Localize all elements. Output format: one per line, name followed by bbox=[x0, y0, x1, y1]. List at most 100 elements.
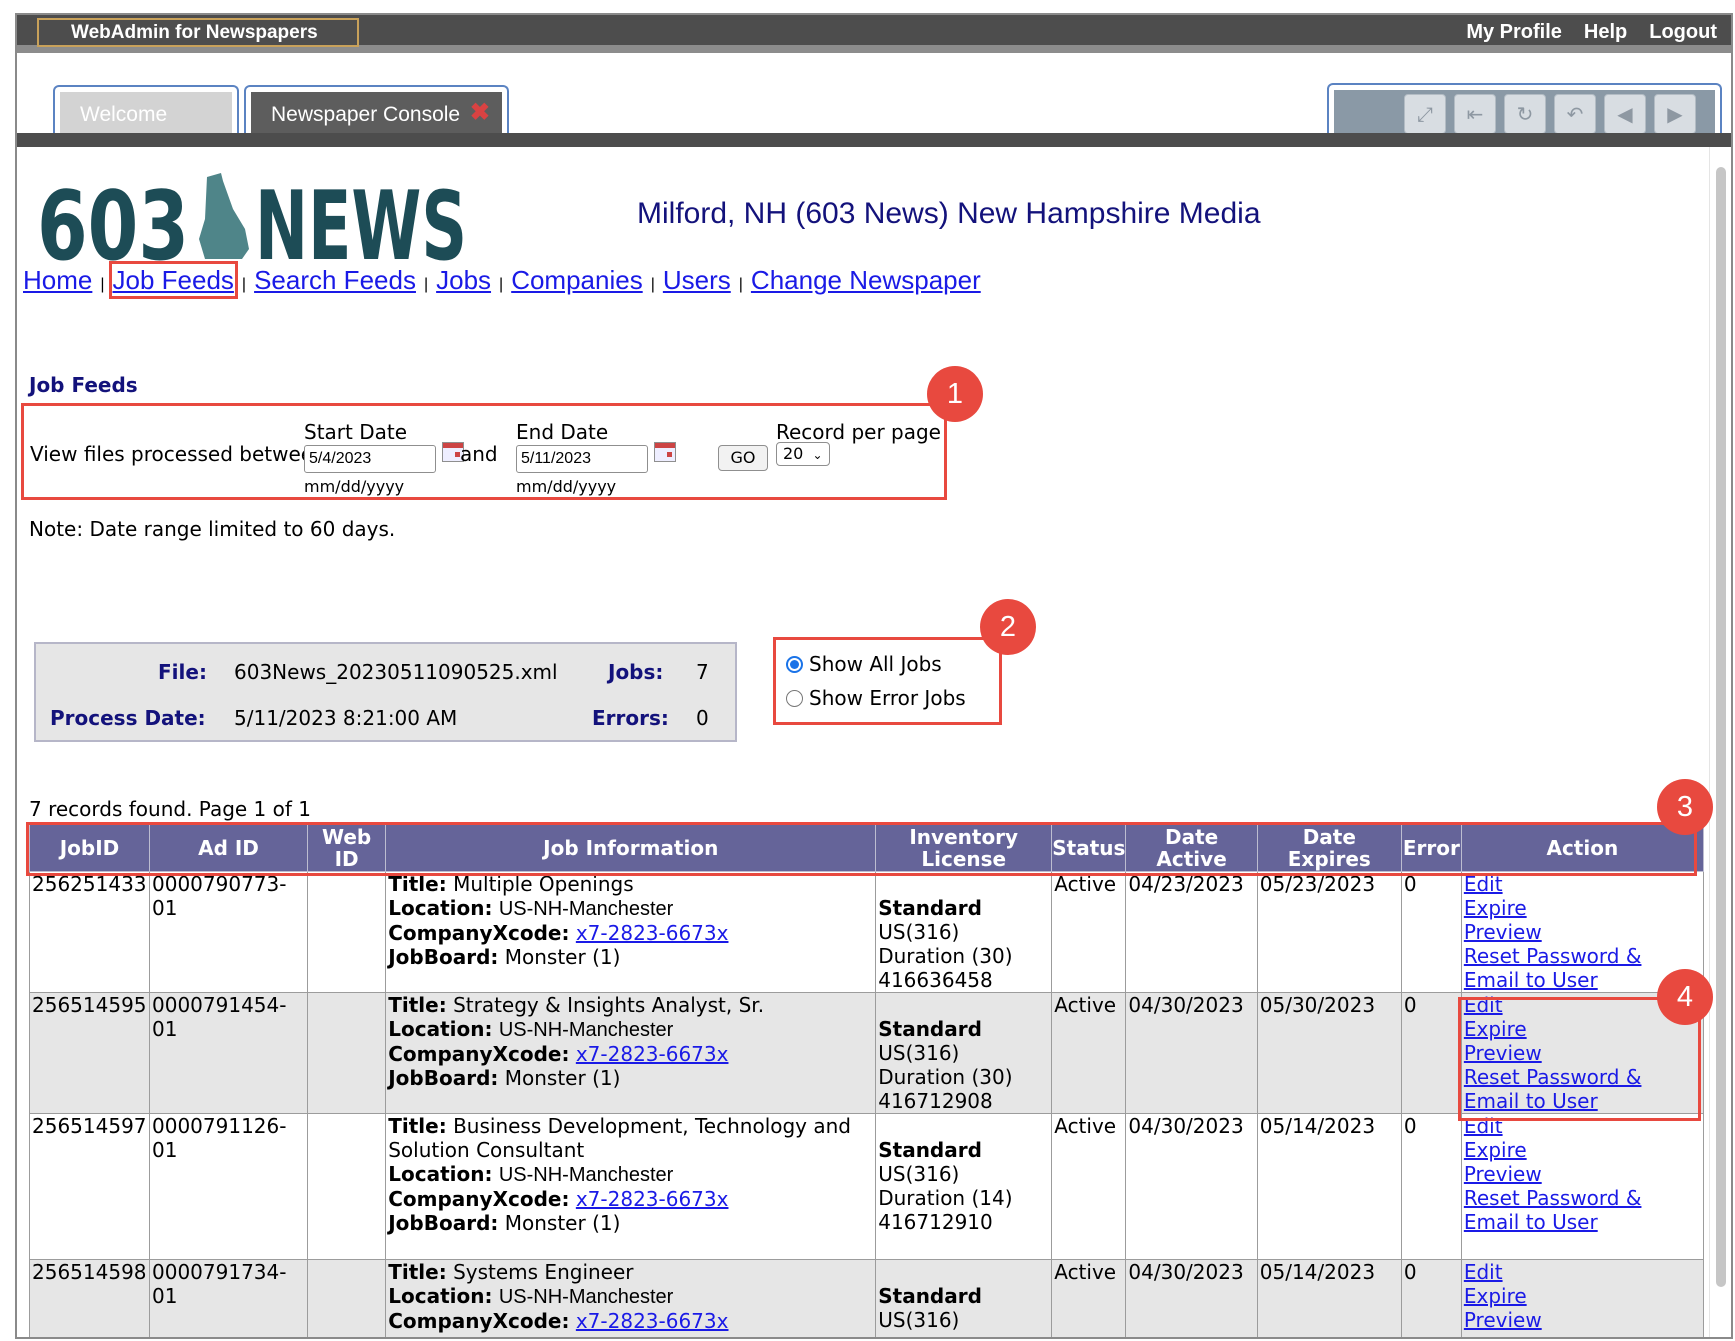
email-to-user-link[interactable]: Email to User bbox=[1464, 968, 1598, 992]
cell-status: Active bbox=[1051, 1259, 1127, 1337]
and-text: and bbox=[460, 442, 498, 466]
job-board: Monster (1) bbox=[504, 1066, 621, 1090]
cell-job-info: Title: Business Development, Technology … bbox=[385, 1113, 877, 1260]
nav-home[interactable]: Home bbox=[23, 265, 92, 295]
expire-link[interactable]: Expire bbox=[1464, 896, 1527, 920]
job-location: US-NH-Manchester bbox=[498, 1164, 674, 1186]
cell-job-info: Title: Multiple Openings Location: US-NH… bbox=[385, 871, 877, 993]
job-title: Business Development, Technology and bbox=[453, 1114, 851, 1138]
email-to-user-link[interactable]: Email to User bbox=[1464, 1210, 1598, 1234]
cell-jobid: 256514598 bbox=[29, 1259, 150, 1337]
cell-date-expires: 05/23/2023 bbox=[1256, 871, 1402, 993]
edit-link[interactable]: Edit bbox=[1464, 1260, 1503, 1284]
logo-text-news: NEWS bbox=[255, 172, 467, 269]
cell-date-expires: 05/14/2023 bbox=[1256, 1113, 1402, 1260]
nav-jobs[interactable]: Jobs bbox=[436, 265, 491, 295]
show-error-jobs-label: Show Error Jobs bbox=[809, 686, 966, 710]
file-info-panel: File: 603News_20230511090525.xml Jobs: 7… bbox=[34, 642, 737, 742]
reset-password-link[interactable]: Reset Password & bbox=[1464, 1186, 1642, 1210]
cell-license: Standard US(316) Duration (14) 416712910 bbox=[875, 1113, 1053, 1260]
preview-link[interactable]: Preview bbox=[1464, 920, 1542, 944]
top-bar: WebAdmin for Newspapers My Profile Help … bbox=[17, 15, 1731, 53]
cell-error: 0 bbox=[1400, 1259, 1462, 1337]
company-xcode-link[interactable]: x7-2823-6673x bbox=[576, 1042, 729, 1066]
cell-status: Active bbox=[1051, 992, 1127, 1114]
callout-badge-3: 3 bbox=[1657, 779, 1713, 835]
nav-job-feeds[interactable]: Job Feeds bbox=[108, 261, 238, 299]
end-calendar-icon[interactable] bbox=[654, 442, 676, 462]
cell-license: Standard US(316) Duration (30) 416636458 bbox=[875, 871, 1053, 993]
go-button[interactable]: GO bbox=[718, 445, 768, 471]
end-date-input[interactable] bbox=[516, 445, 648, 473]
undo-icon[interactable]: ↶ bbox=[1554, 94, 1596, 134]
first-page-icon[interactable]: ⇤ bbox=[1454, 94, 1496, 134]
main-nav: Home | Job Feeds | Search Feeds | Jobs | Compani… bbox=[23, 261, 981, 299]
cell-adid-1: 0000791734- bbox=[152, 1260, 287, 1284]
cell-date-active: 04/30/2023 bbox=[1125, 1259, 1258, 1337]
reset-password-link[interactable]: Reset Password & bbox=[1464, 944, 1642, 968]
date-filter-highlight: View files processed between: Start Date… bbox=[21, 403, 947, 500]
job-location: US-NH-Manchester bbox=[498, 1286, 674, 1308]
chevron-down-icon: ⌄ bbox=[812, 448, 823, 462]
scrollbar-thumb[interactable] bbox=[1716, 167, 1726, 1287]
nav-change-newspaper[interactable]: Change Newspaper bbox=[751, 265, 981, 295]
cell-status: Active bbox=[1051, 1113, 1127, 1260]
tab-console-label: Newspaper Console bbox=[271, 103, 461, 126]
job-board: Monster (1) bbox=[504, 1211, 621, 1235]
process-date-value: 5/11/2023 8:21:00 AM bbox=[234, 706, 458, 730]
callout-badge-4: 4 bbox=[1657, 969, 1713, 1025]
per-page-select[interactable]: 20 ⌄ bbox=[776, 442, 830, 466]
cell-job-info: Title: Strategy & Insights Analyst, Sr. … bbox=[385, 992, 877, 1114]
show-error-jobs-option[interactable]: Show Error Jobs bbox=[786, 686, 966, 710]
start-date-input[interactable] bbox=[304, 445, 436, 473]
cell-date-expires: 05/30/2023 bbox=[1256, 992, 1402, 1114]
logo-text-603: 603 bbox=[37, 172, 189, 269]
main-content: 603 NEWS Milford, NH (603 News) New Hamp… bbox=[17, 147, 1713, 1337]
cell-adid-2: 01 bbox=[152, 1017, 178, 1041]
maximize-icon[interactable]: ⤢ bbox=[1404, 94, 1446, 134]
preview-link[interactable]: Preview bbox=[1464, 1162, 1542, 1186]
forward-icon[interactable]: ▶ bbox=[1654, 94, 1696, 134]
back-icon[interactable]: ◀ bbox=[1604, 94, 1646, 134]
expire-link[interactable]: Expire bbox=[1464, 1138, 1527, 1162]
cell-adid-1: 0000791126- bbox=[152, 1114, 287, 1138]
table-row: 256251433 0000790773- 01 Title: Multiple … bbox=[29, 871, 1704, 993]
cell-jobid: 256514597 bbox=[29, 1113, 150, 1260]
file-label: File: bbox=[158, 660, 207, 684]
app-window: WebAdmin for Newspapers My Profile Help … bbox=[15, 13, 1733, 1339]
expire-link[interactable]: Expire bbox=[1464, 1284, 1527, 1308]
close-tab-icon[interactable]: ✖ bbox=[470, 90, 490, 136]
show-all-jobs-option[interactable]: Show All Jobs bbox=[786, 652, 942, 676]
filter-label: View files processed between: bbox=[30, 442, 333, 466]
company-xcode-link[interactable]: x7-2823-6673x bbox=[576, 921, 729, 945]
cell-adid-2: 01 bbox=[152, 1138, 178, 1162]
nav-companies[interactable]: Companies bbox=[511, 265, 643, 295]
show-all-jobs-label: Show All Jobs bbox=[809, 652, 942, 676]
company-xcode-link[interactable]: x7-2823-6673x bbox=[576, 1309, 729, 1333]
process-date-label: Process Date: bbox=[50, 706, 206, 730]
company-xcode-link[interactable]: x7-2823-6673x bbox=[576, 1187, 729, 1211]
refresh-icon[interactable]: ↻ bbox=[1504, 94, 1546, 134]
top-links: My Profile Help Logout bbox=[1466, 21, 1717, 44]
logout-link[interactable]: Logout bbox=[1649, 21, 1717, 44]
job-feed-table: JobID Ad ID Web ID Job Information Inven… bbox=[29, 823, 1704, 1337]
jobs-value: 7 bbox=[696, 660, 709, 684]
cell-error: 0 bbox=[1400, 1113, 1462, 1260]
my-profile-link[interactable]: My Profile bbox=[1466, 21, 1562, 44]
table-row: 256514595 0000791454- 01 Title: Strategy … bbox=[29, 992, 1704, 1114]
cell-webid bbox=[306, 1259, 387, 1337]
nav-search-feeds[interactable]: Search Feeds bbox=[254, 265, 416, 295]
radio-checked[interactable] bbox=[786, 655, 803, 673]
callout-badge-1: 1 bbox=[927, 366, 983, 422]
cell-date-active: 04/30/2023 bbox=[1125, 1113, 1258, 1260]
site-logo: 603 NEWS bbox=[37, 172, 467, 269]
job-filter-radios: Show All Jobs Show Error Jobs bbox=[773, 637, 1002, 725]
nav-users[interactable]: Users bbox=[663, 265, 731, 295]
preview-link[interactable]: Preview bbox=[1464, 1308, 1542, 1332]
cell-jobid: 256514595 bbox=[29, 992, 150, 1114]
radio-unchecked[interactable] bbox=[786, 689, 803, 707]
tab-welcome-label: Welcome bbox=[60, 92, 232, 137]
help-link[interactable]: Help bbox=[1584, 21, 1627, 44]
errors-label: Errors: bbox=[592, 706, 669, 730]
cell-error: 0 bbox=[1400, 871, 1462, 993]
